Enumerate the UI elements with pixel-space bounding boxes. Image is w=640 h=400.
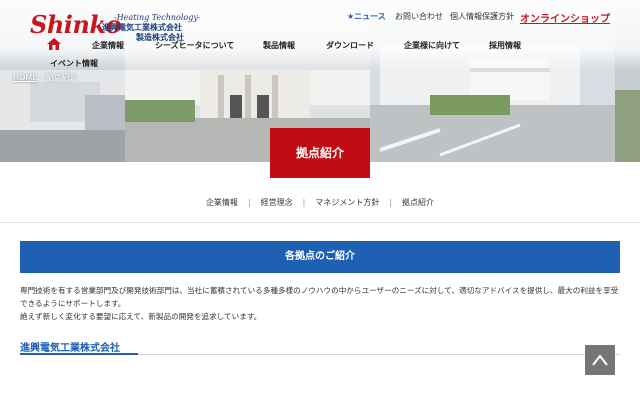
section-divider	[0, 222, 640, 223]
nav-item-events[interactable]: イベント情報	[50, 58, 98, 69]
nav-item-for-businesses[interactable]: 企業様に向けて	[404, 40, 460, 51]
company-heading-accent	[20, 353, 138, 355]
nav-item-products[interactable]: 製品情報	[263, 40, 295, 51]
intro-paragraph-1: 専門技術を有する営業部門及び開発技術部門は、当社に蓄積されている多種多様のノウハ…	[20, 286, 619, 308]
subnav-item-locations[interactable]: 拠点紹介	[402, 198, 434, 207]
privacy-policy-link[interactable]: 個人情報保護方針	[450, 11, 514, 22]
breadcrumb-current: 拠点紹介	[45, 73, 78, 82]
nav-item-recruitment[interactable]: 採用情報	[489, 40, 521, 51]
nav-item-download[interactable]: ダウンロード	[326, 40, 374, 51]
subnav-item-philosophy[interactable]: 経営理念	[261, 198, 293, 207]
nav-item-sheath-heater[interactable]: シーズヒータについて	[155, 40, 234, 51]
breadcrumb: HOME › 拠点紹介	[13, 72, 78, 83]
nav-item-company-info[interactable]: 企業情報	[92, 40, 124, 51]
subnav-separator: |	[247, 198, 251, 207]
logo-tagline: -Heating Technology-	[114, 13, 201, 22]
company-heading: 進興電気工業株式会社	[20, 343, 120, 354]
house-icon	[47, 38, 61, 50]
chevron-up-icon	[592, 354, 608, 366]
subnav-item-company-info[interactable]: 企業情報	[206, 198, 238, 207]
breadcrumb-separator: ›	[37, 73, 46, 82]
back-to-top-button[interactable]	[585, 345, 615, 375]
intro-text: 専門技術を有する営業部門及び開発技術部門は、当社に蓄積されている多種多様のノウハ…	[20, 284, 620, 323]
intro-paragraph-2: 絶えず新しく変化する要望に応えて、新製品の開発を追求しています。	[20, 312, 262, 321]
page-title: 拠点紹介	[270, 128, 370, 178]
section-heading: 各拠点のご紹介	[20, 241, 620, 273]
online-shop-link[interactable]: オンラインショップ	[520, 10, 610, 25]
breadcrumb-home-link[interactable]: HOME	[13, 73, 37, 82]
subnav-separator: |	[302, 198, 306, 207]
sub-navigation: 企業情報 | 経営理念 | マネジメント方針 | 拠点紹介	[0, 197, 640, 211]
contact-link[interactable]: お問い合わせ	[395, 11, 443, 22]
subnav-separator: |	[389, 198, 393, 207]
news-link[interactable]: ★ニュース	[347, 11, 386, 22]
subnav-item-management-policy[interactable]: マネジメント方針	[315, 198, 379, 207]
